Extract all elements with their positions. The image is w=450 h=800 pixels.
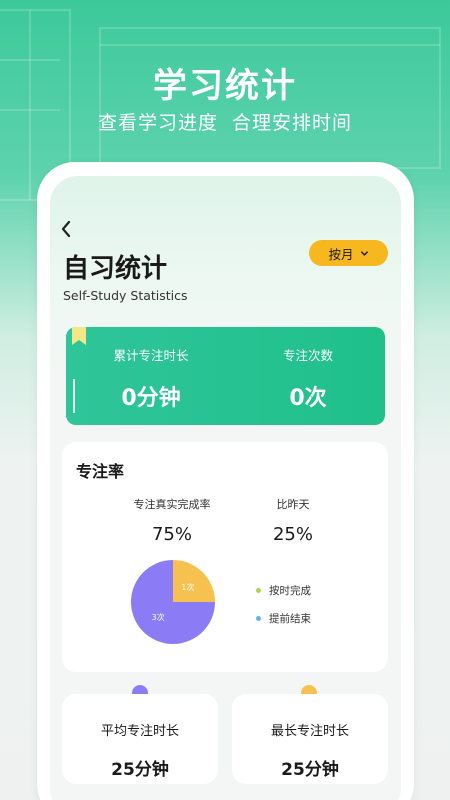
vs-yesterday-metric: 比昨天 25% [233, 496, 353, 545]
completion-rate-value: 75% [151, 524, 192, 545]
focus-count-stat: 专注次数 0次 [233, 345, 383, 412]
pie-slice-0 [173, 560, 215, 602]
pie-slice-label-0: 1次 [181, 582, 194, 592]
avg-focus-label: 平均专注时长 [100, 724, 179, 739]
summary-divider [73, 379, 75, 413]
page-subtitle: Self-Study Statistics [63, 288, 188, 303]
vs-yesterday-value: 25% [272, 524, 313, 545]
max-focus-card: 最长专注时长 25分钟 [232, 694, 388, 784]
page-title: 自习统计 [63, 254, 168, 284]
pie-svg: 1次 3次 [131, 560, 215, 644]
legend-dot-on-time [256, 588, 261, 593]
period-select-button[interactable]: 按月 [309, 240, 388, 266]
hero-title: 学习统计 [153, 66, 297, 106]
avg-focus-value: 25分钟 [111, 760, 169, 780]
app-screen: 自习统计 Self-Study Statistics 按月 累计专注时长 0分钟… [50, 176, 401, 800]
total-focus-value: 0分钟 [121, 386, 181, 411]
legend-item-early-end: 提前结束 [256, 611, 311, 626]
focus-count-value: 0次 [289, 386, 327, 411]
legend-dot-early-end [256, 616, 261, 621]
chevron-down-icon [360, 250, 368, 256]
total-focus-label: 累计专注时长 [113, 348, 189, 363]
focus-rate-title: 专注率 [76, 462, 125, 481]
back-button[interactable] [60, 220, 76, 242]
legend-label-on-time: 按时完成 [269, 585, 311, 597]
max-focus-value: 25分钟 [281, 760, 339, 780]
total-focus-stat: 累计专注时长 0分钟 [76, 345, 226, 412]
focus-pie-chart: 1次 3次 [130, 559, 216, 645]
pie-slice-label-1: 3次 [152, 612, 165, 622]
chart-legend: 按时完成 提前结束 [256, 583, 311, 639]
completion-rate-label: 专注真实完成率 [133, 498, 211, 511]
chevron-left-icon [61, 220, 71, 238]
vs-yesterday-label: 比昨天 [276, 498, 310, 511]
legend-item-on-time: 按时完成 [256, 583, 311, 598]
legend-label-early-end: 提前结束 [269, 613, 311, 625]
bookmark-icon [72, 327, 86, 345]
summary-card: 累计专注时长 0分钟 专注次数 0次 [66, 327, 385, 425]
completion-rate-metric: 专注真实完成率 75% [112, 496, 232, 545]
avg-focus-card: 平均专注时长 25分钟 [62, 694, 218, 784]
max-focus-label: 最长专注时长 [270, 724, 349, 739]
focus-rate-card: 专注率 专注真实完成率 75% 比昨天 25% 1次 3次 按时完成 提前结束 [62, 442, 388, 672]
focus-count-label: 专注次数 [282, 348, 333, 363]
period-select-label: 按月 [328, 246, 354, 262]
hero-subtitle: 查看学习进度 合理安排时间 [97, 112, 353, 134]
